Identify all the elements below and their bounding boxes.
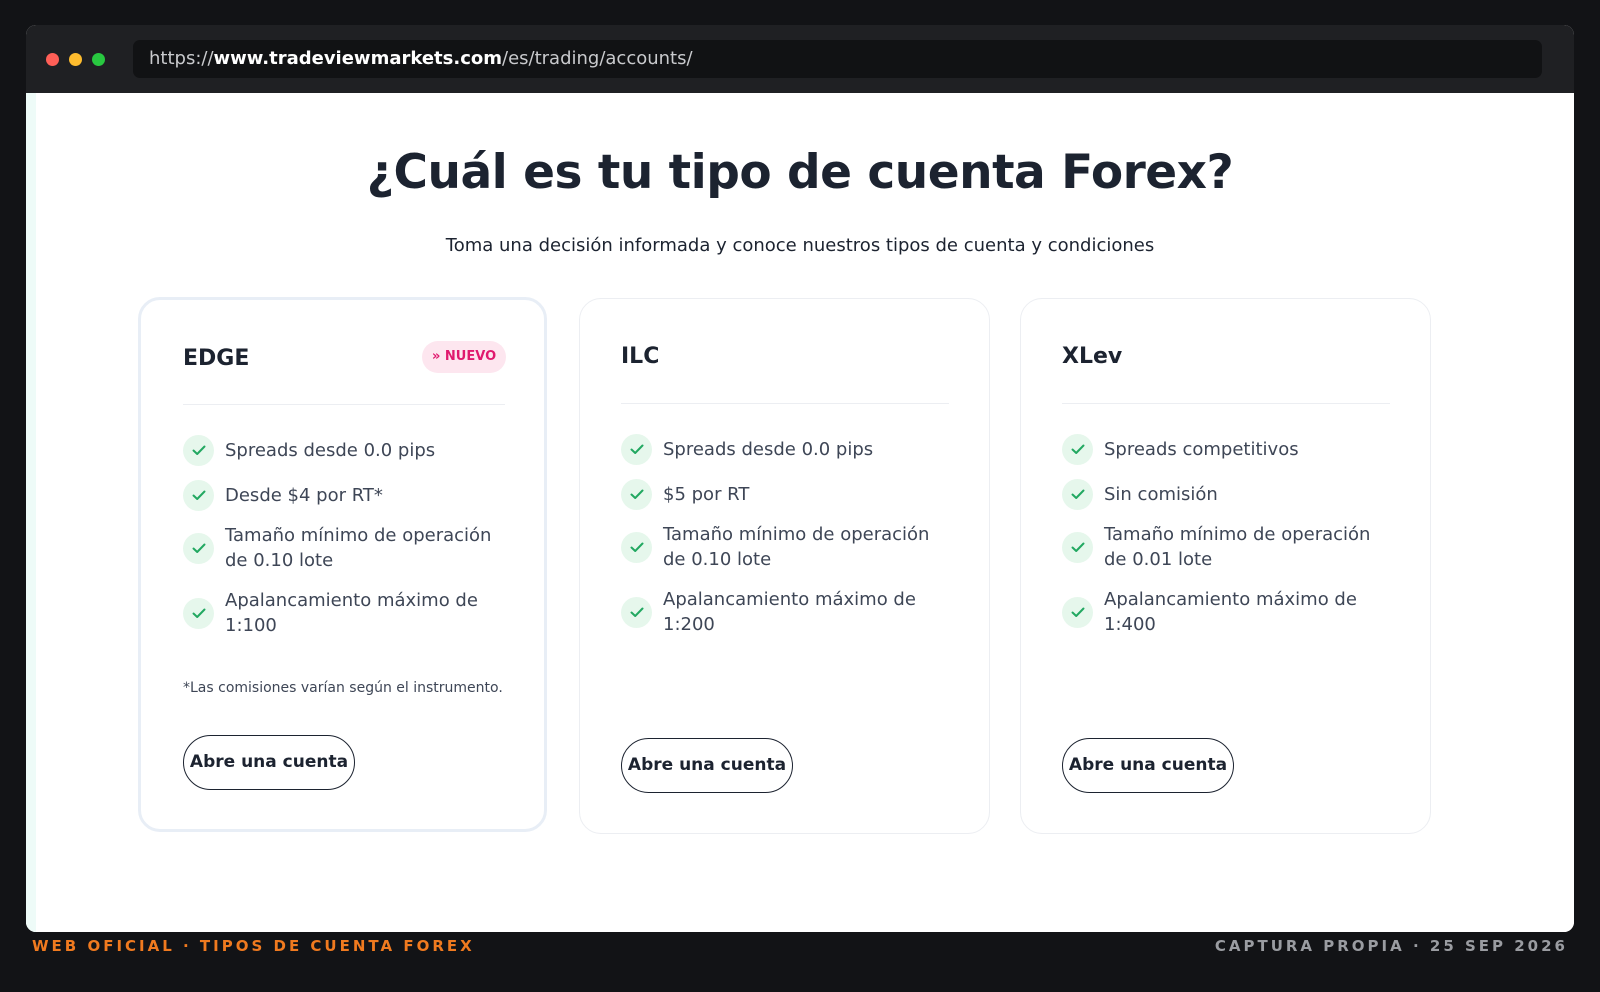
feature-item: Tamaño mínimo de operación de 0.10 lote: [621, 522, 938, 572]
feature-item: Apalancamiento máximo de 1:200: [621, 587, 938, 637]
check-icon: [621, 479, 652, 510]
page-title: ¿Cuál es tu tipo de cuenta Forex?: [366, 145, 1234, 200]
open-account-button[interactable]: Abre una cuenta: [1062, 738, 1234, 793]
page-content: ¿Cuál es tu tipo de cuenta Forex? Toma u…: [26, 93, 1574, 932]
card-title: EDGE: [183, 346, 250, 371]
feature-text: Tamaño mínimo de operación de 0.10 lote: [663, 524, 930, 570]
feature-text: Apalancamiento máximo de 1:400: [1104, 589, 1357, 635]
feature-item: Sin comisión: [1062, 479, 1379, 510]
page-edge-decoration: [26, 93, 36, 932]
browser-window: https://www.tradeviewmarkets.com/es/trad…: [26, 25, 1574, 932]
browser-titlebar: https://www.tradeviewmarkets.com/es/trad…: [26, 25, 1574, 93]
account-card-xlev: XLev Spreads competitivos Sin comisión T…: [1020, 298, 1431, 834]
check-icon: [1062, 434, 1093, 465]
card-divider: [621, 403, 949, 404]
address-bar[interactable]: https://www.tradeviewmarkets.com/es/trad…: [133, 40, 1542, 78]
card-title: XLev: [1062, 344, 1123, 369]
feature-item: Tamaño mínimo de operación de 0.01 lote: [1062, 522, 1379, 572]
card-divider: [183, 404, 505, 405]
check-icon: [621, 531, 652, 563]
feature-item: Spreads desde 0.0 pips: [621, 434, 938, 465]
check-icon: [183, 435, 214, 466]
card-divider: [1062, 403, 1390, 404]
check-icon: [1062, 596, 1093, 628]
feature-item: $5 por RT: [621, 479, 938, 510]
caption-source: WEB OFICIAL · TIPOS DE CUENTA FOREX: [32, 937, 475, 955]
caption-date: CAPTURA PROPIA · 25 SEP 2026: [1214, 937, 1568, 955]
open-account-button[interactable]: Abre una cuenta: [183, 735, 355, 790]
check-icon: [1062, 479, 1093, 510]
feature-item: Apalancamiento máximo de 1:100: [183, 588, 500, 638]
check-icon: [621, 434, 652, 465]
minimize-window-button[interactable]: [69, 53, 82, 66]
feature-item: Spreads competitivos: [1062, 434, 1379, 465]
feature-text: Spreads competitivos: [1104, 439, 1299, 460]
feature-item: Spreads desde 0.0 pips: [183, 435, 500, 466]
feature-text: Desde $4 por RT*: [225, 485, 383, 506]
new-badge: » NUEVO: [422, 341, 507, 373]
check-icon: [621, 596, 652, 628]
feature-item: Apalancamiento máximo de 1:400: [1062, 587, 1379, 637]
account-card-edge: EDGE » NUEVO Spreads desde 0.0 pips Desd…: [138, 297, 547, 832]
maximize-window-button[interactable]: [92, 53, 105, 66]
open-account-button[interactable]: Abre una cuenta: [621, 738, 793, 793]
feature-text: Spreads desde 0.0 pips: [225, 440, 436, 461]
check-icon: [183, 532, 214, 564]
card-title: ILC: [621, 344, 660, 369]
feature-text: Spreads desde 0.0 pips: [663, 439, 874, 460]
page-subtitle: Toma una decisión informada y conoce nue…: [445, 235, 1155, 256]
feature-text: $5 por RT: [663, 484, 750, 505]
feature-item: Desde $4 por RT*: [183, 480, 500, 511]
close-window-button[interactable]: [46, 53, 59, 66]
feature-text: Tamaño mínimo de operación de 0.01 lote: [1104, 524, 1371, 570]
check-icon: [183, 597, 214, 629]
check-icon: [183, 480, 214, 511]
url-protocol: https://: [149, 48, 214, 69]
check-icon: [1062, 531, 1093, 563]
feature-text: Tamaño mínimo de operación de 0.10 lote: [225, 525, 492, 571]
account-card-ilc: ILC Spreads desde 0.0 pips $5 por RT Tam…: [579, 298, 990, 834]
feature-text: Sin comisión: [1104, 484, 1218, 505]
feature-text: Apalancamiento máximo de 1:100: [225, 590, 478, 636]
url-domain: www.tradeviewmarkets.com: [213, 48, 502, 69]
feature-item: Tamaño mínimo de operación de 0.10 lote: [183, 523, 500, 573]
feature-text: Apalancamiento máximo de 1:200: [663, 589, 916, 635]
url-path: /es/trading/accounts/: [502, 48, 693, 69]
commission-note: *Las comisiones varían según el instrume…: [183, 680, 503, 696]
